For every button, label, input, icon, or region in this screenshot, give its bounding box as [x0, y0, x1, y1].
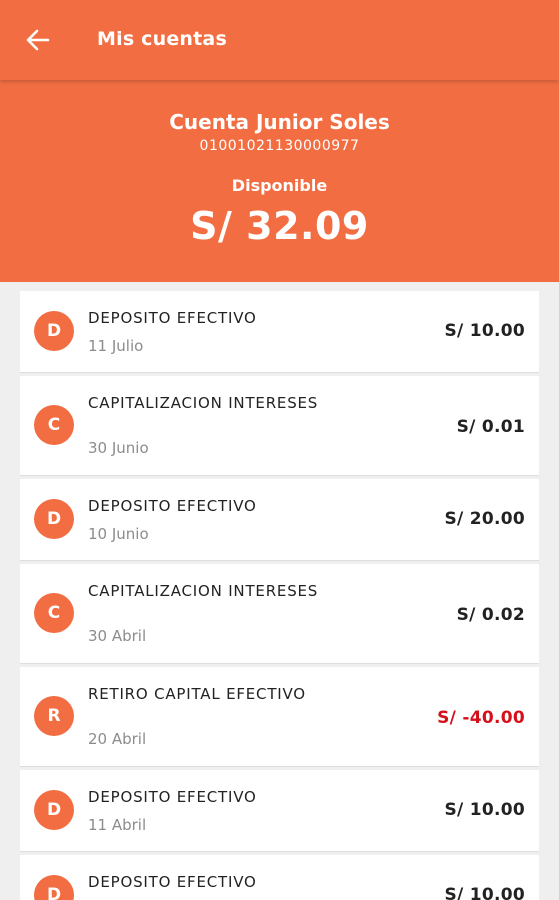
transaction-description: CAPITALIZACION INTERESES — [88, 582, 319, 600]
transaction-type-badge: D — [34, 790, 74, 830]
transaction-date: 11 Julio — [88, 337, 144, 355]
transaction-amount: S/ -40.00 — [437, 708, 525, 728]
transaction-type-badge: D — [34, 875, 74, 900]
transaction-row[interactable]: C CAPITALIZACION INTERESES 30 Junio S/ 0.01 — [20, 376, 539, 476]
transaction-amount: S/ 0.02 — [456, 605, 525, 625]
back-button[interactable] — [18, 22, 58, 58]
app-bar: Mis cuentas — [0, 0, 559, 80]
transaction-row[interactable]: C CAPITALIZACION INTERESES 30 Abril S/ 0.02 — [20, 564, 539, 664]
transaction-date: 30 Junio — [88, 439, 149, 457]
transaction-row[interactable]: D DEPOSITO EFECTIVO 11 Julio S/ 10.00 — [20, 291, 539, 373]
transaction-row[interactable]: D DEPOSITO EFECTIVO 11 Abril S/ 10.00 — [20, 770, 539, 852]
transaction-date: 11 Abril — [88, 816, 147, 834]
account-name: Cuenta Junior Soles — [169, 110, 390, 134]
transaction-type-badge: D — [34, 311, 74, 351]
transaction-type-badge: R — [34, 696, 74, 736]
transaction-description: DEPOSITO EFECTIVO — [88, 788, 257, 806]
transaction-type-badge: D — [34, 499, 74, 539]
transaction-type-badge: C — [34, 405, 74, 445]
transaction-list: D DEPOSITO EFECTIVO 11 Julio S/ 10.00 C CAPIT… — [20, 291, 539, 900]
transaction-description: DEPOSITO EFECTIVO — [88, 873, 257, 891]
transaction-row[interactable]: DDEPOSITO EFECTIVO01 AbrilS/ 10.00 — [20, 855, 539, 900]
transaction-description: DEPOSITO EFECTIVO — [88, 309, 257, 327]
transaction-description: RETIRO CAPITAL EFECTIVO — [88, 685, 306, 703]
transaction-amount: S/ 0.01 — [456, 417, 525, 437]
transaction-description: CAPITALIZACION INTERESES — [88, 394, 319, 412]
account-number: 01001021130000977 — [199, 138, 360, 154]
transaction-amount: S/ 10.00 — [444, 321, 525, 341]
transaction-amount: S/ 10.00 — [444, 800, 525, 820]
available-label: Disponible — [231, 176, 328, 195]
transaction-date: 20 Abril — [88, 730, 147, 748]
transaction-amount: S/ 20.00 — [444, 509, 525, 529]
transaction-date: 30 Abril — [88, 627, 147, 645]
transaction-description: DEPOSITO EFECTIVO — [88, 497, 257, 515]
transaction-type-badge: C — [34, 593, 74, 633]
account-summary: Cuenta Junior Soles 01001021130000977 Di… — [0, 80, 559, 282]
transaction-amount: S/ 10.00 — [444, 885, 525, 900]
account-detail-screen: Mis cuentas Cuenta Junior Soles 01001021… — [0, 0, 559, 900]
page-title: Mis cuentas — [97, 28, 227, 50]
transaction-row[interactable]: D DEPOSITO EFECTIVO 10 Junio S/ 20.00 — [20, 479, 539, 561]
transaction-date: 10 Junio — [88, 525, 149, 543]
arrow-left-icon — [26, 29, 50, 51]
available-balance: S/ 32.09 — [190, 204, 369, 248]
transaction-row[interactable]: R RETIRO CAPITAL EFECTIVO 20 Abril S/ -40.0… — [20, 667, 539, 767]
